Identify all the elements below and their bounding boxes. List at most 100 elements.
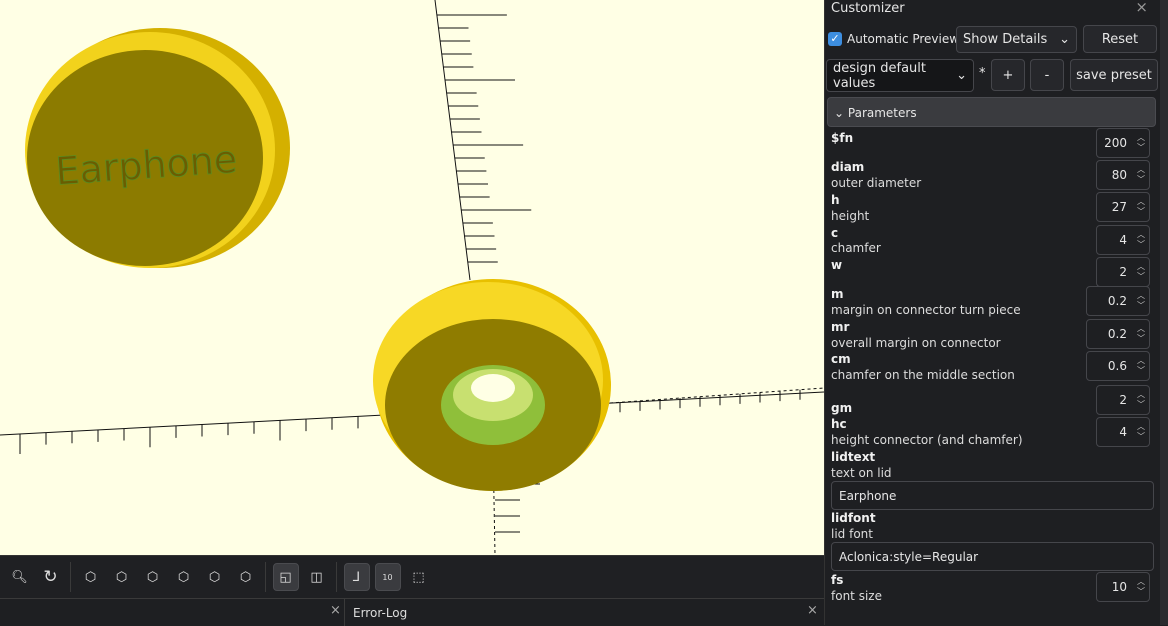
param-name: h	[831, 193, 840, 207]
param-name: lidtext	[831, 450, 876, 464]
view-top-icon[interactable]: ⬡	[109, 563, 135, 591]
param-name: lidfont	[831, 511, 876, 525]
close-icon[interactable]: ×	[330, 603, 341, 618]
param-spinbox[interactable]: 2 ︿ ﹀	[1096, 257, 1150, 287]
chevron-down-icon: ⌄	[956, 68, 967, 83]
details-select[interactable]: Show Details ⌄	[956, 26, 1077, 53]
param-spinbox[interactable]: 4 ︿ ﹀	[1096, 225, 1150, 255]
close-icon[interactable]: ×	[1135, 0, 1148, 16]
perspective-icon[interactable]: ◱	[272, 563, 299, 591]
select-value: Show Details	[963, 32, 1048, 47]
param-value: 0.6	[1107, 359, 1127, 373]
remove-preset-button[interactable]: -	[1030, 59, 1064, 91]
show-axes-icon[interactable]: ⅃	[343, 563, 370, 591]
param-description: text on lid	[831, 466, 892, 480]
param-spinbox[interactable]: 0.2 ︿ ﹀	[1086, 286, 1150, 316]
spin-arrows-icon[interactable]: ︿ ﹀	[1137, 197, 1145, 217]
add-preset-button[interactable]: +	[991, 59, 1025, 91]
tab-error-log[interactable]: Error-Log	[344, 599, 415, 626]
param-name: mr	[831, 320, 850, 334]
lid-model: Earphone	[25, 28, 290, 268]
param-value: 200	[1104, 136, 1127, 150]
automatic-preview-label: Automatic Preview	[847, 32, 960, 46]
spin-arrows-icon[interactable]: ︿ ﹀	[1137, 133, 1145, 153]
param-spinbox[interactable]: 10 ︿ ﹀	[1096, 572, 1150, 602]
modified-marker: *	[979, 66, 986, 81]
orthogonal-icon[interactable]: ◫	[304, 563, 330, 591]
view-bottom-icon[interactable]: ⬡	[140, 563, 166, 591]
param-description: outer diameter	[831, 176, 922, 190]
param-value: 27	[1111, 200, 1127, 214]
close-icon[interactable]: ×	[807, 603, 818, 618]
param-spinbox[interactable]: 2 ︿ ﹀	[1096, 385, 1150, 415]
param-text-input[interactable]: Aclonica:style=Regular	[831, 542, 1154, 571]
divider	[336, 562, 337, 592]
model-render: Earphone	[0, 0, 824, 555]
param-value: 80	[1111, 168, 1127, 182]
spin-arrows-icon[interactable]: ︿ ﹀	[1137, 262, 1145, 282]
param-spinbox[interactable]: 4 ︿ ﹀	[1096, 417, 1150, 447]
spin-arrows-icon[interactable]: ︿ ﹀	[1137, 577, 1145, 597]
param-name: hc	[831, 417, 847, 431]
param-text-input[interactable]: Earphone	[831, 481, 1154, 510]
view-back-icon[interactable]: ⬡	[233, 563, 259, 591]
section-label: Parameters	[847, 106, 917, 120]
spin-arrows-icon[interactable]: ︿ ﹀	[1137, 422, 1145, 442]
param-value: 0.2	[1107, 294, 1127, 308]
panel-title: Customizer	[831, 1, 905, 16]
spin-arrows-icon[interactable]: ︿ ﹀	[1137, 291, 1145, 311]
param-spinbox[interactable]: 27 ︿ ﹀	[1096, 192, 1150, 222]
param-name: $fn	[831, 131, 854, 145]
chevron-down-icon: ⌄	[834, 106, 845, 120]
spin-arrows-icon[interactable]: ︿ ﹀	[1137, 356, 1145, 376]
automatic-preview-checkbox[interactable]: ✓	[828, 32, 842, 46]
reset-button[interactable]: Reset	[1083, 25, 1157, 53]
view-toolbar: 🔍︎ ↻ ⬡ ⬡ ⬡ ⬡ ⬡ ⬡ ◱ ◫ ⅃ 10 ⬚	[0, 555, 824, 598]
show-edges-icon[interactable]: ⬚	[406, 563, 432, 591]
param-description: lid font	[831, 527, 873, 541]
tab-label: Error-Log	[353, 606, 408, 620]
parameters-section-header[interactable]: ⌄ Parameters	[827, 97, 1156, 127]
param-description: overall margin on connector	[831, 336, 1001, 350]
param-spinbox[interactable]: 80 ︿ ﹀	[1096, 160, 1150, 190]
param-value: 4	[1119, 233, 1127, 247]
save-preset-button[interactable]: save preset	[1070, 59, 1158, 91]
param-name: fs	[831, 573, 844, 587]
bottom-dock: × Error-Log ×	[0, 598, 824, 626]
param-value: 10	[1111, 580, 1127, 594]
divider	[70, 562, 71, 592]
param-name: diam	[831, 160, 865, 174]
select-value: design default values	[833, 60, 926, 91]
param-name: gm	[831, 401, 853, 415]
param-value: 2	[1119, 393, 1127, 407]
param-spinbox[interactable]: 200 ︿ ﹀	[1096, 128, 1150, 158]
param-spinbox[interactable]: 0.2 ︿ ﹀	[1086, 319, 1150, 349]
divider	[265, 562, 266, 592]
spin-arrows-icon[interactable]: ︿ ﹀	[1137, 165, 1145, 185]
spin-arrows-icon[interactable]: ︿ ﹀	[1137, 390, 1145, 410]
view-front-icon[interactable]: ⬡	[202, 563, 228, 591]
param-name: m	[831, 287, 844, 301]
zoom-all-icon[interactable]: 🔍︎	[7, 563, 33, 591]
param-value: 0.2	[1107, 327, 1127, 341]
reset-view-icon[interactable]: ↻	[38, 563, 64, 591]
param-description: chamfer	[831, 241, 881, 255]
param-description: height connector (and chamfer)	[831, 433, 1023, 447]
param-value: 4	[1119, 425, 1127, 439]
param-description: margin on connector turn piece	[831, 303, 1021, 317]
spin-arrows-icon[interactable]: ︿ ﹀	[1137, 230, 1145, 250]
param-name: c	[831, 226, 839, 240]
param-name: cm	[831, 352, 851, 366]
view-left-icon[interactable]: ⬡	[171, 563, 197, 591]
spin-arrows-icon[interactable]: ︿ ﹀	[1137, 324, 1145, 344]
param-description: height	[831, 209, 870, 223]
view-right-icon[interactable]: ⬡	[78, 563, 104, 591]
ring-model	[373, 279, 611, 491]
scale-label: 10	[382, 572, 393, 582]
preset-select[interactable]: design default values ⌄	[826, 59, 974, 92]
param-name: w	[831, 258, 843, 272]
param-spinbox[interactable]: 0.6 ︿ ﹀	[1086, 351, 1150, 381]
3d-viewport[interactable]: Earphone	[0, 0, 824, 555]
scrollbar[interactable]	[1160, 0, 1168, 625]
show-scale-markers-icon[interactable]: 10	[374, 563, 401, 591]
